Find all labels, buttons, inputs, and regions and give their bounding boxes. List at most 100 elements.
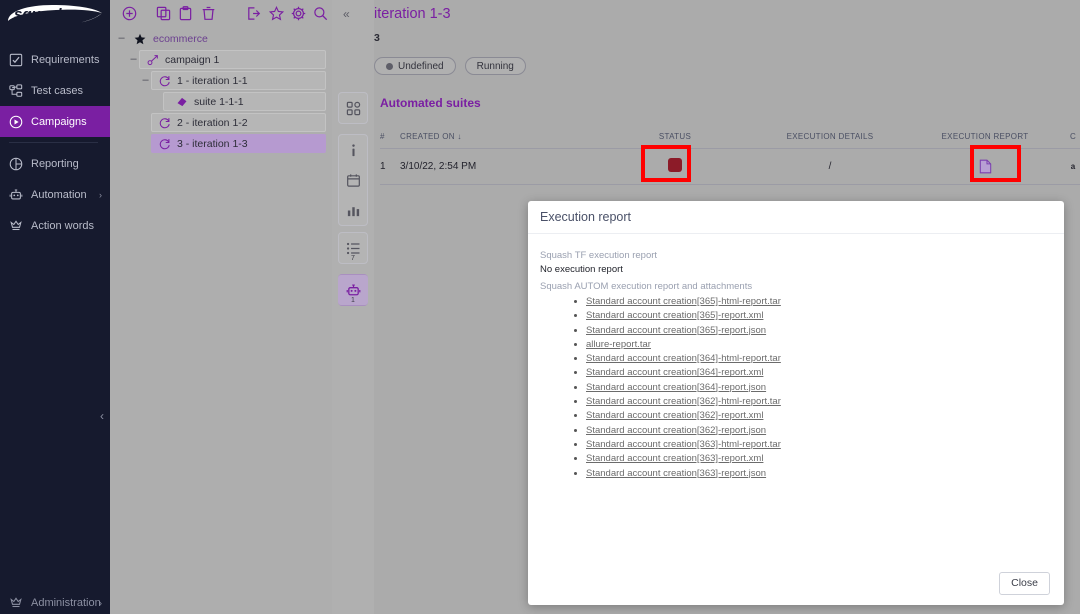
- tree-node-campaign-1[interactable]: – campaign 1: [110, 49, 332, 70]
- attachment-link[interactable]: Standard account creation[365]-report.js…: [586, 325, 766, 336]
- dashboard-button[interactable]: [338, 93, 368, 123]
- sidebar-item-requirements[interactable]: Requirements: [0, 44, 110, 75]
- list-button[interactable]: 7: [338, 233, 368, 263]
- status-badge-undefined[interactable]: Undefined: [374, 57, 456, 75]
- rail-group-details: [338, 134, 368, 226]
- add-button[interactable]: [118, 2, 140, 24]
- info-icon: [346, 143, 361, 158]
- tree-node-iteration-1-2[interactable]: 2 - iteration 1-2: [110, 112, 332, 133]
- column-header-status[interactable]: STATUS: [600, 128, 750, 149]
- add-icon: [122, 6, 137, 21]
- attachment-link[interactable]: Standard account creation[364]-report.xm…: [586, 367, 763, 378]
- favorite-icon: [269, 6, 284, 21]
- list-item: Standard account creation[363]-report.js…: [586, 467, 1052, 481]
- search-button[interactable]: [310, 2, 332, 24]
- attachment-link[interactable]: Standard account creation[364]-report.js…: [586, 382, 766, 393]
- column-header-extra[interactable]: C: [1060, 128, 1080, 149]
- rail-group-list: 7: [338, 232, 368, 264]
- sidebar-item-test-cases[interactable]: Test cases: [0, 75, 110, 106]
- close-button[interactable]: Close: [999, 572, 1050, 595]
- section-title-automated-suites: Automated suites: [380, 96, 481, 110]
- export-button[interactable]: [242, 2, 264, 24]
- page-title: iteration 1-3: [374, 6, 451, 22]
- favorite-button[interactable]: [265, 2, 287, 24]
- attachment-list: Standard account creation[365]-html-repo…: [586, 295, 1052, 481]
- sidebar-item-action-words[interactable]: Action words: [0, 210, 110, 241]
- sidebar-item-campaigns[interactable]: Campaigns: [0, 106, 110, 137]
- tree-expander[interactable]: –: [128, 54, 139, 65]
- sidebar-item-label: Campaigns: [31, 116, 87, 128]
- status-badge-running[interactable]: Running: [465, 57, 526, 75]
- sidebar-item-label: Test cases: [31, 85, 83, 97]
- automation-button[interactable]: 1: [338, 275, 368, 305]
- tree-node-box-selected[interactable]: 3 - iteration 1-3: [151, 134, 326, 153]
- settings-button[interactable]: [287, 2, 309, 24]
- column-header-number[interactable]: #: [380, 128, 400, 149]
- column-header-created-on[interactable]: CREATED ON ↓: [400, 128, 600, 149]
- svg-text:squash: squash: [14, 6, 67, 23]
- tree-node-label: campaign 1: [165, 54, 219, 66]
- delete-icon: [201, 6, 216, 21]
- dialog-body: Squash TF execution report No execution …: [528, 234, 1064, 561]
- calendar-button[interactable]: [338, 165, 368, 195]
- iteration-icon: [159, 138, 171, 150]
- list-item: Standard account creation[364]-html-repo…: [586, 352, 1052, 366]
- tree-node-label: 2 - iteration 1-2: [177, 117, 248, 129]
- list-badge: 7: [351, 255, 355, 262]
- export-icon: [246, 6, 261, 21]
- attachment-link[interactable]: Standard account creation[362]-html-repo…: [586, 396, 781, 407]
- attachment-link[interactable]: Standard account creation[363]-report.js…: [586, 468, 766, 479]
- tree-node-box[interactable]: suite 1-1-1: [163, 92, 326, 111]
- column-header-execution-report[interactable]: EXECUTION REPORT: [910, 128, 1060, 149]
- column-header-execution-details[interactable]: EXECUTION DETAILS: [750, 128, 910, 149]
- delete-button[interactable]: [197, 2, 219, 24]
- tree-node-box[interactable]: campaign 1: [139, 50, 326, 69]
- tree-expander[interactable]: –: [140, 75, 151, 86]
- column-header-created-on-label: CREATED ON: [400, 132, 455, 141]
- automation-badge: 1: [351, 297, 355, 304]
- attachment-link[interactable]: Standard account creation[365]-html-repo…: [586, 296, 781, 307]
- attachment-link[interactable]: Standard account creation[363]-html-repo…: [586, 439, 781, 450]
- chart-button[interactable]: [338, 195, 368, 225]
- calendar-icon: [346, 173, 361, 188]
- sidebar-item-label: Requirements: [31, 54, 99, 66]
- rail-collapse-button[interactable]: «: [343, 7, 350, 21]
- tree-node-ecommerce[interactable]: – ecommerce: [110, 28, 332, 49]
- copy-button[interactable]: [152, 2, 174, 24]
- paste-button[interactable]: [174, 2, 196, 24]
- execution-report-dialog: Execution report Squash TF execution rep…: [528, 201, 1064, 605]
- tree-node-iteration-1-1[interactable]: – 1 - iteration 1-1: [110, 70, 332, 91]
- tree-node-box[interactable]: 2 - iteration 1-2: [151, 113, 326, 132]
- attachment-link[interactable]: Standard account creation[365]-report.xm…: [586, 310, 763, 321]
- status-badge-label: Running: [477, 61, 514, 72]
- cell-extra: a: [1060, 149, 1080, 185]
- table-row[interactable]: 1 3/10/22, 2:54 PM / a: [380, 149, 1080, 185]
- list-item: Standard account creation[362]-report.js…: [586, 424, 1052, 438]
- sidebar-item-reporting[interactable]: Reporting: [0, 148, 110, 179]
- tree-node-box[interactable]: 1 - iteration 1-1: [151, 71, 326, 90]
- sidebar-collapse-button[interactable]: ‹: [100, 410, 104, 422]
- cell-execution-report[interactable]: [910, 149, 1060, 185]
- info-button[interactable]: [338, 135, 368, 165]
- sidebar-item-administration[interactable]: Administration ›: [0, 589, 110, 614]
- cell-status[interactable]: [600, 149, 750, 185]
- attachment-link[interactable]: allure-report.tar: [586, 339, 651, 350]
- attachment-link[interactable]: Standard account creation[363]-report.xm…: [586, 453, 763, 464]
- chart-icon: [346, 203, 361, 218]
- attachment-link[interactable]: Standard account creation[362]-report.js…: [586, 425, 766, 436]
- page-subtitle: 3: [374, 32, 380, 44]
- table-header-row: # CREATED ON ↓ STATUS EXECUTION DETAILS …: [380, 128, 1080, 149]
- status-chips: Undefined Running: [374, 57, 526, 75]
- tree-node-label: ecommerce: [153, 33, 208, 45]
- squash-logo[interactable]: squash: [0, 0, 110, 30]
- list-item: Standard account creation[362]-report.xm…: [586, 409, 1052, 423]
- attachment-link[interactable]: Standard account creation[362]-report.xm…: [586, 410, 763, 421]
- tree-expander[interactable]: –: [116, 33, 127, 44]
- search-icon: [313, 6, 328, 21]
- tree-node-suite-1-1-1[interactable]: suite 1-1-1: [110, 91, 332, 112]
- attachment-link[interactable]: Standard account creation[364]-html-repo…: [586, 353, 781, 364]
- tree-node-iteration-1-3[interactable]: 3 - iteration 1-3: [110, 133, 332, 154]
- left-sidebar: squash Requirements: [0, 0, 110, 614]
- list-item: Standard account creation[363]-html-repo…: [586, 438, 1052, 452]
- sidebar-item-automation[interactable]: Automation ›: [0, 179, 110, 210]
